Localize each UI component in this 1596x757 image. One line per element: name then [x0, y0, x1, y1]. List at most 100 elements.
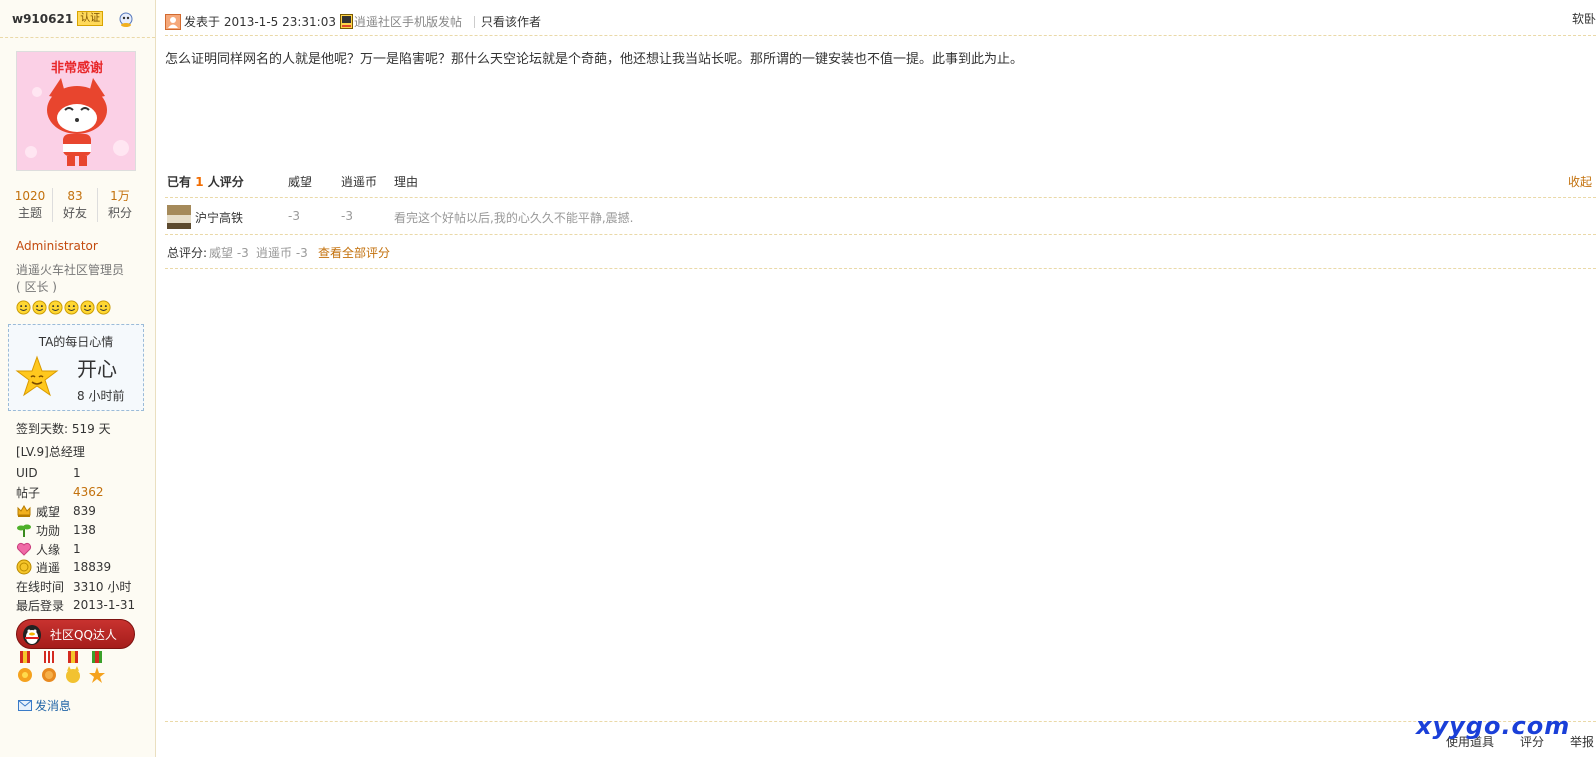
rating-row: 沪宁高铁 -3 -3 看完这个好帖以后,我的心久久不能平静,震撼.	[165, 199, 1596, 235]
info-value: 138	[73, 523, 96, 537]
info-key: UID	[16, 466, 38, 480]
stat-threads[interactable]: 1020 主题	[8, 188, 53, 222]
stat-value: 1万	[110, 189, 130, 203]
heart-icon	[16, 542, 32, 556]
info-value: 2013-1-31	[73, 598, 136, 612]
post-footer-divider	[165, 721, 1596, 722]
rating-count: 已有 1 人评分	[167, 173, 244, 190]
info-coin: 逍遥 18839	[16, 558, 111, 576]
rating-prefix: 已有	[167, 175, 192, 189]
first-place-medal-icon[interactable]	[88, 651, 106, 687]
avatar[interactable]: 非常感谢	[16, 51, 136, 171]
send-message-link[interactable]: 发消息	[18, 697, 71, 714]
author-name[interactable]: w910621	[12, 12, 73, 26]
smiley-icon	[16, 300, 31, 315]
mobile-post-link[interactable]: 逍遥社区手机版发帖	[354, 13, 462, 30]
orange-medal-icon[interactable]	[40, 651, 58, 687]
info-key: 功勋	[36, 523, 61, 538]
col-reason: 理由	[394, 175, 419, 189]
only-author-link[interactable]: 只看该作者	[481, 13, 541, 30]
cat-medal-icon[interactable]	[64, 651, 82, 687]
qq-expert-badge[interactable]: 社区QQ达人	[16, 619, 135, 649]
rater-avatar[interactable]	[167, 205, 191, 229]
send-message-label: 发消息	[35, 699, 72, 713]
info-last-login: 最后登录 2013-1-31	[16, 596, 135, 614]
smiley-icon	[80, 300, 95, 315]
total-label: 总评分:	[167, 246, 208, 260]
rating-total: 总评分: 威望 -3 逍遥币 -3 查看全部评分	[165, 235, 1596, 269]
rating-count-number: 1	[195, 175, 204, 189]
soft-sleeper-link[interactable]: 软卧	[1572, 10, 1596, 27]
post-header: 发表于 2013-1-5 23:31:03 逍遥社区手机版发帖 只看该作者	[165, 8, 1596, 36]
total-coin: 逍遥币 -3	[256, 246, 308, 260]
rating-prestige: -3	[288, 209, 300, 223]
online-status-icon[interactable]	[118, 12, 134, 28]
info-key: 威望	[36, 504, 61, 519]
info-value[interactable]: 1	[73, 466, 81, 480]
stat-label: 积分	[107, 206, 132, 220]
post-date: 发表于 2013-1-5 23:31:03	[184, 15, 336, 29]
site-watermark: xyygo.com	[1416, 712, 1571, 740]
mood-value: 开心	[77, 357, 117, 381]
info-value: 1	[73, 542, 81, 556]
stat-friends[interactable]: 83 好友	[53, 188, 98, 222]
stat-label: 主题	[17, 206, 42, 220]
collapse-link[interactable]: 收起	[1568, 173, 1592, 190]
stat-points[interactable]: 1万 积分	[98, 188, 142, 222]
info-value[interactable]: 4362	[73, 485, 104, 499]
crown-icon	[17, 505, 31, 517]
info-key: 人缘	[36, 542, 61, 557]
stat-value: 1020	[14, 189, 46, 203]
mood-time: 8 小时前	[77, 389, 125, 403]
col-coin: 逍遥币	[341, 175, 378, 189]
rating-header: 已有 1 人评分 威望 逍遥币 理由 收起	[165, 164, 1596, 198]
info-popularity: 人缘 1	[16, 540, 81, 558]
envelope-icon	[18, 700, 32, 711]
signin-level: [LV.9]总经理	[16, 445, 85, 459]
post-content: 怎么证明同样网名的人就是他呢？万一是陷害呢？那什么天空论坛就是个奇葩，他还想让我…	[165, 52, 1024, 67]
train-photo	[167, 205, 191, 229]
info-key-wrap: 逍遥	[16, 559, 73, 576]
rater-name[interactable]: 沪宁高铁	[195, 209, 243, 226]
info-key-wrap: 威望	[16, 503, 73, 520]
info-key: 在线时间	[16, 579, 65, 594]
post-author-icon	[165, 13, 181, 30]
info-value: 839	[73, 504, 96, 518]
sun-medal-icon[interactable]	[16, 651, 34, 687]
info-prestige: 威望 839	[16, 502, 96, 520]
signin-days: 签到天数: 519 天	[16, 422, 111, 436]
coin-icon	[16, 559, 32, 575]
qq-badge-label: 社区QQ达人	[50, 627, 117, 642]
info-merit: 功勋 138	[16, 521, 96, 539]
smiley-icon	[32, 300, 47, 315]
info-key-wrap: 功勋	[16, 522, 73, 539]
smiley-icon	[48, 300, 63, 315]
happy-star-icon	[15, 355, 59, 397]
info-key: 逍遥	[36, 560, 61, 575]
smiley-icon	[96, 300, 111, 315]
rating-suffix: 人评分	[207, 175, 244, 189]
report-link[interactable]: 举报	[1570, 733, 1594, 750]
avatar-caption: 非常感谢	[51, 60, 103, 76]
mood-title: TA的每日心情	[38, 335, 114, 349]
view-all-ratings-link[interactable]: 查看全部评分	[318, 244, 390, 261]
user-title-sub: ( 区长 )	[16, 280, 57, 294]
mobile-phone-icon	[340, 14, 353, 29]
rating-reason: 看完这个好帖以后,我的心久久不能平静,震撼.	[394, 211, 634, 225]
rating-coin: -3	[341, 209, 353, 223]
verify-badge[interactable]: 认证	[77, 11, 104, 26]
author-sidebar: w910621 认证 非常感谢 1020 主题 83 好友 1万 积分 Admi…	[0, 0, 156, 757]
sprout-icon	[17, 524, 31, 537]
author-stats: 1020 主题 83 好友 1万 积分	[8, 188, 142, 222]
stat-value: 83	[67, 189, 83, 203]
total-prestige: 威望 -3	[209, 246, 249, 260]
info-posts: 帖子 4362	[16, 483, 104, 501]
smiley-icon	[64, 300, 79, 315]
user-group[interactable]: Administrator	[16, 239, 98, 253]
medals	[16, 651, 106, 687]
qq-penguin-icon	[23, 625, 41, 645]
divider	[474, 15, 476, 28]
daily-mood-box: TA的每日心情 开心 8 小时前	[8, 324, 144, 411]
info-online-time: 在线时间 3310 小时	[16, 577, 131, 595]
stat-label: 好友	[62, 206, 87, 220]
